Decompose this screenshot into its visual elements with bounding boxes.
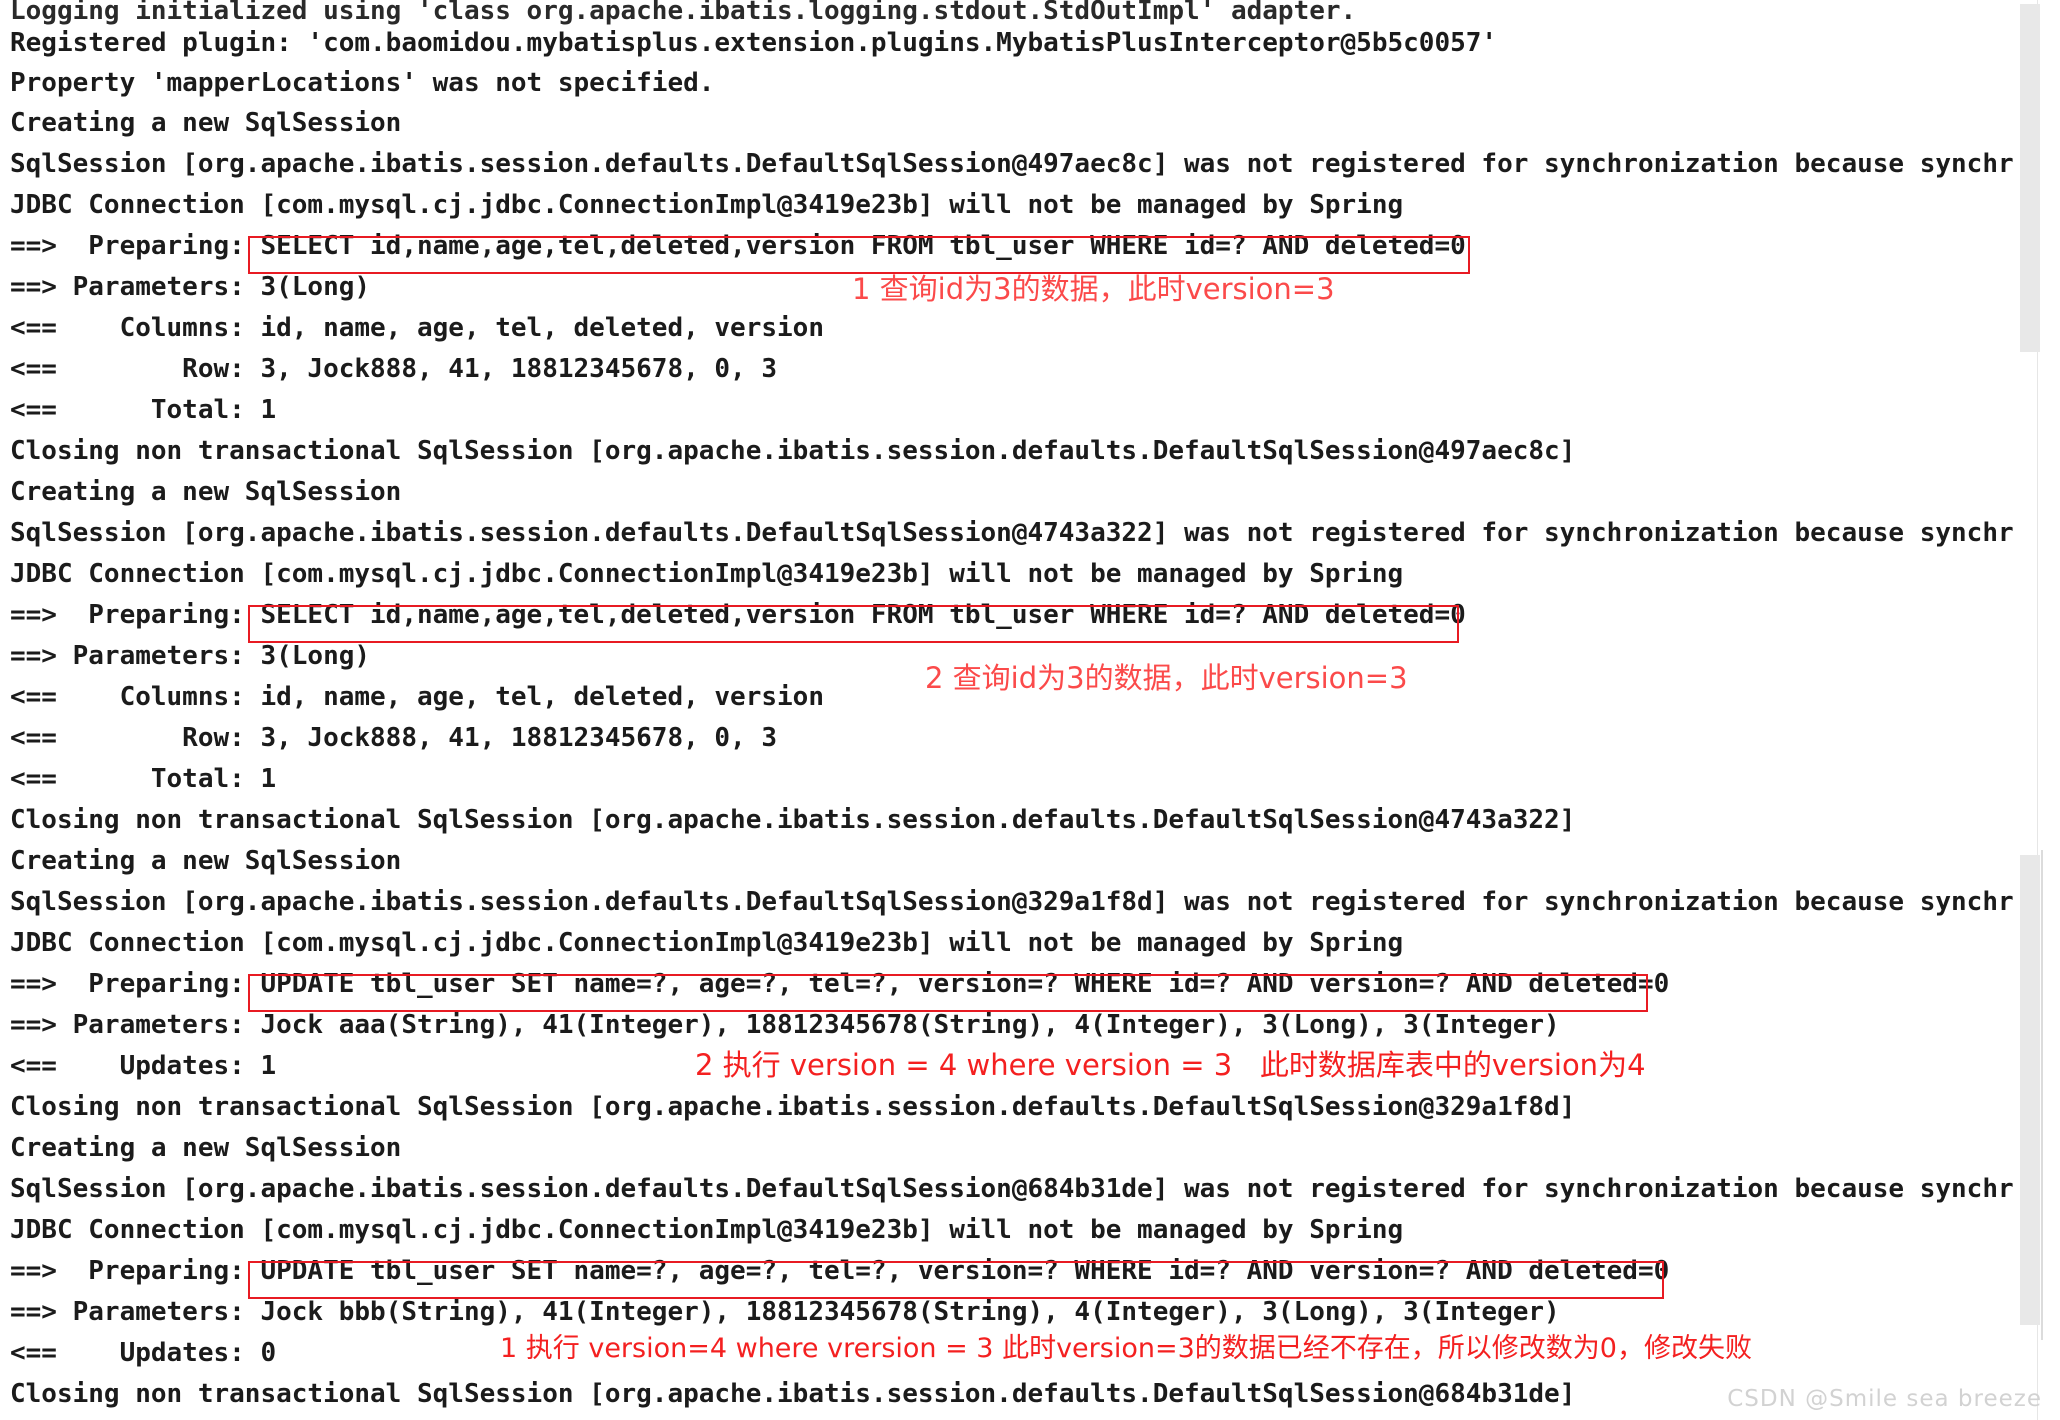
log-line: Registered plugin: 'com.baomidou.mybatis…	[10, 28, 1498, 58]
log-line: SqlSession [org.apache.ibatis.session.de…	[10, 887, 2014, 917]
log-line-sql: ==> Preparing: UPDATE tbl_user SET name=…	[10, 1256, 1670, 1286]
log-line: JDBC Connection [com.mysql.cj.jdbc.Conne…	[10, 1215, 1404, 1245]
log-line-sql: ==> Preparing: UPDATE tbl_user SET name=…	[10, 969, 1670, 999]
scrollbar-thumb-lower[interactable]	[2020, 855, 2040, 1325]
annotation-4: 1 执行 version=4 where vrersion = 3 此时vers…	[500, 1333, 1752, 1364]
log-line: <== Row: 3, Jock888, 41, 18812345678, 0,…	[10, 723, 778, 753]
console-log-window: Logging initialized using 'class org.apa…	[0, 0, 2060, 1420]
log-line: Creating a new SqlSession	[10, 1133, 402, 1163]
annotation-2: 2 查询id为3的数据，此时version=3	[925, 661, 1408, 695]
log-line: <== Columns: id, name, age, tel, deleted…	[10, 682, 824, 712]
log-line: Closing non transactional SqlSession [or…	[10, 1379, 1576, 1409]
log-line: <== Columns: id, name, age, tel, deleted…	[10, 313, 824, 343]
log-line: <== Total: 1	[10, 395, 277, 425]
log-line: Closing non transactional SqlSession [or…	[10, 805, 1576, 835]
log-line: SqlSession [org.apache.ibatis.session.de…	[10, 1174, 2014, 1204]
log-line: SqlSession [org.apache.ibatis.session.de…	[10, 518, 2014, 548]
log-line: Creating a new SqlSession	[10, 108, 402, 138]
log-line: JDBC Connection [com.mysql.cj.jdbc.Conne…	[10, 928, 1404, 958]
log-line: Logging initialized using 'class org.apa…	[10, 0, 1357, 26]
log-line: <== Updates: 0	[10, 1338, 277, 1368]
watermark: CSDN @Smile sea breeze	[1727, 1386, 2042, 1412]
log-line: Creating a new SqlSession	[10, 477, 402, 507]
log-line: ==> Parameters: 3(Long)	[10, 272, 371, 302]
annotation-3: 2 执行 version = 4 where version = 3 此时数据库…	[695, 1048, 1646, 1082]
scrollbar-thumb-upper[interactable]	[2020, 4, 2040, 352]
log-line: <== Total: 1	[10, 764, 277, 794]
log-line: <== Row: 3, Jock888, 41, 18812345678, 0,…	[10, 354, 778, 384]
log-line: ==> Parameters: Jock bbb(String), 41(Int…	[10, 1297, 1560, 1327]
log-output-area[interactable]: Logging initialized using 'class org.apa…	[0, 0, 2060, 1420]
scrollbar-track[interactable]	[2020, 0, 2060, 1420]
log-line: Closing non transactional SqlSession [or…	[10, 1092, 1576, 1122]
log-line: Creating a new SqlSession	[10, 846, 402, 876]
scrollbar-rail	[2041, 850, 2043, 1340]
log-line: ==> Parameters: Jock aaa(String), 41(Int…	[10, 1010, 1560, 1040]
annotation-1: 1 查询id为3的数据，此时version=3	[852, 272, 1335, 306]
log-line: Closing non transactional SqlSession [or…	[10, 436, 1576, 466]
log-line: JDBC Connection [com.mysql.cj.jdbc.Conne…	[10, 190, 1404, 220]
log-line: ==> Parameters: 3(Long)	[10, 641, 371, 671]
log-line-sql: ==> Preparing: SELECT id,name,age,tel,de…	[10, 600, 1466, 630]
log-line: Property 'mapperLocations' was not speci…	[10, 68, 715, 98]
log-line-sql: ==> Preparing: SELECT id,name,age,tel,de…	[10, 231, 1466, 261]
log-line: <== Updates: 1	[10, 1051, 277, 1081]
log-line: SqlSession [org.apache.ibatis.session.de…	[10, 149, 2014, 179]
log-line: JDBC Connection [com.mysql.cj.jdbc.Conne…	[10, 559, 1404, 589]
